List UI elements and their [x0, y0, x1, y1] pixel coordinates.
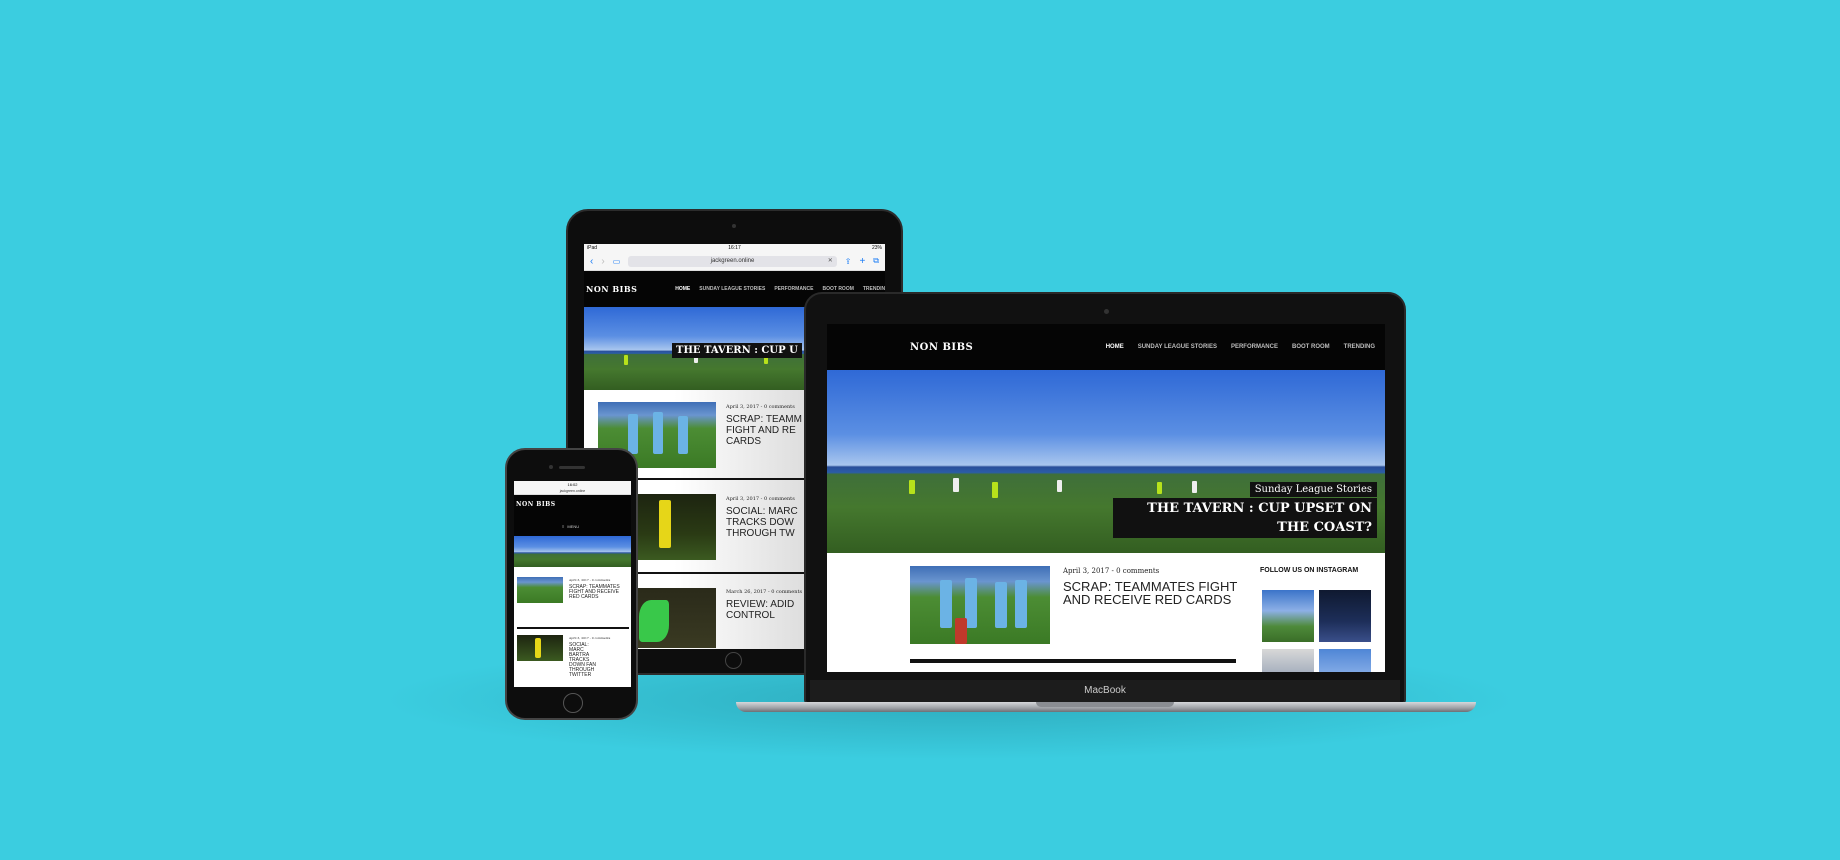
tablet-url-field[interactable]: jackgreen.online ✕: [628, 255, 837, 267]
laptop-nav-links: HOME SUNDAY LEAGUE STORIES PERFORMANCE B…: [1106, 344, 1375, 350]
laptop-hero-image[interactable]: Sunday League Stories THE TAVERN : CUP U…: [827, 370, 1385, 553]
phone-article-thumb[interactable]: [517, 635, 563, 661]
article-meta: April 3, 2017 - 0 comments: [569, 578, 611, 582]
share-icon[interactable]: ⇪: [845, 257, 852, 266]
hero-category[interactable]: Sunday League Stories: [1249, 482, 1377, 497]
forward-icon[interactable]: ›: [601, 256, 604, 267]
laptop-site-nav: NON BIBS HOME SUNDAY LEAGUE STORIES PERF…: [827, 324, 1385, 370]
phone-article-list: April 3, 2017 - 0 comments SCRAP: TEAMMA…: [514, 567, 631, 687]
article-title[interactable]: SCRAP: TEAMM FIGHT AND RE CARDS: [726, 414, 806, 447]
nav-home[interactable]: HOME: [1106, 344, 1124, 350]
back-icon[interactable]: ‹: [590, 256, 593, 267]
phone-site-nav: NON BIBS ≡ MENU: [514, 495, 631, 536]
divider: [910, 659, 1236, 663]
divider: [517, 627, 629, 629]
player-figure: [992, 482, 998, 498]
site-logo[interactable]: NON BIBS: [586, 284, 637, 294]
phone-time: 16:02: [567, 482, 578, 487]
bookmarks-icon[interactable]: ▭: [613, 257, 621, 266]
player-figure: [1192, 481, 1197, 493]
instagram-heading: FOLLOW US ON INSTAGRAM: [1260, 567, 1359, 574]
article-meta: April 3, 2017 - 0 comments: [726, 404, 795, 410]
phone-screen: 16:02 jackgreen.online NON BIBS ≡ MENU A…: [514, 481, 631, 687]
tablet-safari-toolbar: ‹ › ▭ jackgreen.online ✕ ⇪ + ⧉: [584, 252, 885, 271]
nav-performance[interactable]: PERFORMANCE: [1231, 344, 1278, 350]
tablet-status-bar: iPad 16:17 23%: [584, 244, 885, 252]
article-meta: April 3, 2017 - 0 comments: [726, 496, 795, 502]
menu-label: MENU: [567, 524, 580, 529]
player-figure: [953, 478, 959, 492]
site-logo[interactable]: NON BIBS: [910, 342, 973, 353]
laptop-screen: NON BIBS HOME SUNDAY LEAGUE STORIES PERF…: [827, 324, 1385, 672]
instagram-thumb[interactable]: [1319, 590, 1371, 642]
tablet-time: 16:17: [728, 245, 741, 251]
phone-speaker: [559, 466, 585, 469]
tabs-icon[interactable]: ⧉: [873, 256, 879, 266]
phone-home-button[interactable]: [563, 693, 583, 713]
player-figure: [1157, 482, 1162, 494]
phone-camera: [549, 465, 553, 469]
article-title[interactable]: SOCIAL: MARC BARTRA TRACKS DOWN FAN THRO…: [569, 643, 599, 678]
laptop-device: NON BIBS HOME SUNDAY LEAGUE STORIES PERF…: [804, 292, 1406, 704]
article-meta: March 26, 2017 - 0 comments: [726, 589, 803, 595]
nav-home[interactable]: HOME: [675, 286, 690, 292]
phone-url-bar[interactable]: jackgreen.online: [514, 488, 631, 495]
instagram-thumb[interactable]: [1262, 590, 1314, 642]
tablet-url-text: jackgreen.online: [710, 257, 755, 264]
player-figure: [1057, 480, 1062, 492]
instagram-thumb[interactable]: [1319, 649, 1371, 672]
clear-icon[interactable]: ✕: [828, 256, 833, 267]
laptop-notch: [1036, 702, 1174, 707]
nav-trending[interactable]: TRENDING: [1344, 344, 1375, 350]
nav-performance[interactable]: PERFORMANCE: [774, 286, 813, 292]
phone-article-thumb[interactable]: [517, 577, 563, 603]
article-title[interactable]: SCRAP: TEAMMATES FIGHT AND RECEIVE RED C…: [1063, 580, 1238, 606]
article-title[interactable]: REVIEW: ADID CONTROL: [726, 599, 806, 621]
tablet-carrier: iPad: [587, 245, 598, 251]
tablet-battery: 23%: [871, 245, 882, 251]
tablet-article-thumb[interactable]: [634, 494, 716, 560]
nav-boot-room[interactable]: BOOT ROOM: [1292, 344, 1330, 350]
tablet-camera: [732, 224, 736, 228]
phone-hero-image[interactable]: [514, 536, 631, 567]
laptop-article-thumb[interactable]: [910, 566, 1050, 644]
nav-sunday-league-stories[interactable]: SUNDAY LEAGUE STORIES: [1138, 344, 1217, 350]
laptop-hero-title[interactable]: THE TAVERN : CUP UPSET ON THE COAST?: [1113, 498, 1377, 538]
hamburger-icon: ≡: [562, 524, 565, 529]
instagram-thumb[interactable]: [1262, 649, 1314, 672]
phone-menu-toggle[interactable]: ≡ MENU: [562, 524, 579, 529]
phone-device: 16:02 jackgreen.online NON BIBS ≡ MENU A…: [505, 448, 638, 720]
laptop-camera: [1104, 309, 1109, 314]
laptop-brand-label: MacBook: [810, 680, 1400, 702]
player-figure: [909, 480, 915, 494]
article-meta: April 3, 2017 - 0 comments: [569, 636, 611, 640]
phone-url-text: jackgreen.online: [559, 489, 586, 493]
player-figure: [624, 355, 628, 365]
tablet-hero-title[interactable]: THE TAVERN : CUP U: [672, 343, 802, 358]
article-meta: April 3, 2017 - 0 comments: [1063, 567, 1160, 575]
article-title[interactable]: SCRAP: TEAMMATES FIGHT AND RECEIVE RED C…: [569, 585, 627, 600]
nav-sunday-league-stories[interactable]: SUNDAY LEAGUE STORIES: [699, 286, 765, 292]
laptop-content: April 3, 2017 - 0 comments SCRAP: TEAMMA…: [827, 553, 1385, 672]
article-title[interactable]: SOCIAL: MARC TRACKS DOW THROUGH TW: [726, 506, 806, 539]
site-logo[interactable]: NON BIBS: [516, 501, 556, 508]
new-tab-icon[interactable]: +: [859, 256, 865, 267]
tablet-article-thumb[interactable]: [634, 588, 716, 648]
tablet-home-button[interactable]: [725, 652, 742, 669]
phone-status-bar: 16:02: [514, 481, 631, 488]
